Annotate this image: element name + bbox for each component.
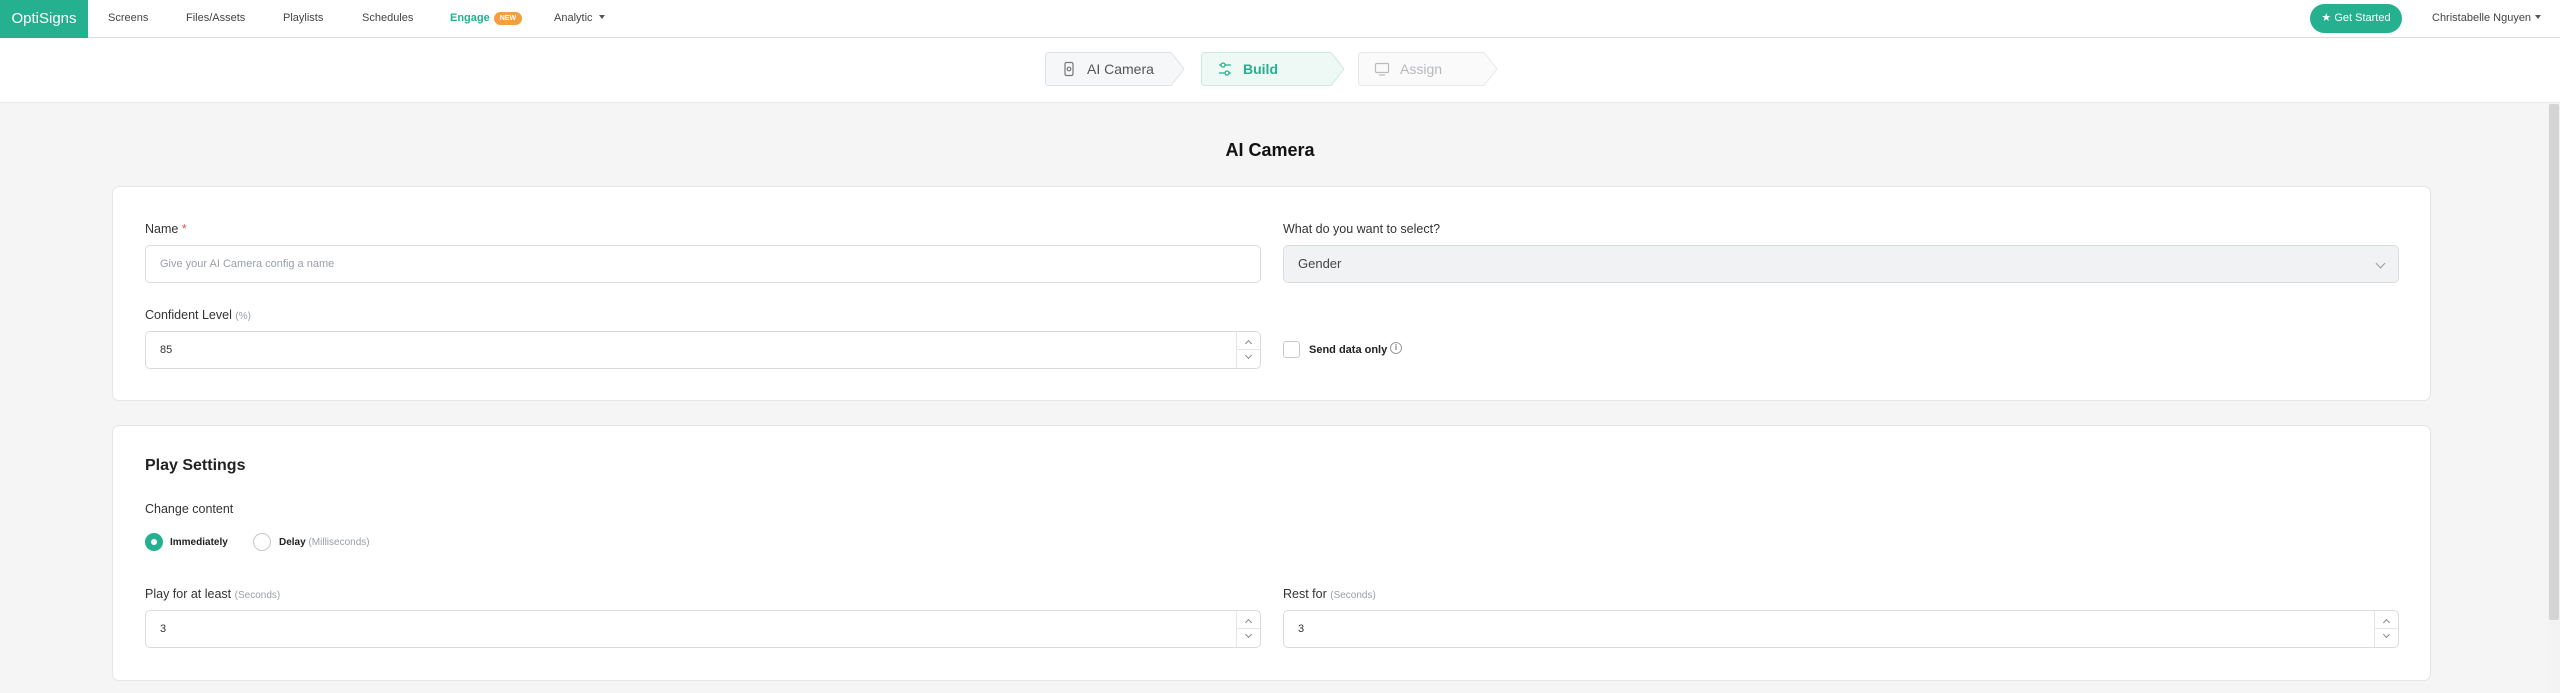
scrollbar-thumb[interactable]	[2549, 104, 2559, 620]
confident-value: 85	[160, 344, 173, 356]
rest-for-input[interactable]: 3	[1283, 610, 2399, 648]
sliders-icon	[1219, 62, 1231, 76]
nav-playlists[interactable]: Playlists	[283, 0, 323, 37]
get-started-button[interactable]: ★ Get Started	[2310, 4, 2402, 33]
chevron-up-icon[interactable]	[2382, 618, 2391, 627]
nav-engage[interactable]: Engage NEW	[450, 0, 523, 37]
confident-label-text: Confident Level	[145, 308, 232, 322]
radio-delay[interactable]	[253, 533, 271, 551]
wizard-stepper: AI Camera Build Assign	[0, 38, 2560, 103]
radio-immediately[interactable]	[145, 533, 163, 551]
step-ai-camera[interactable]: AI Camera	[1045, 52, 1185, 86]
step-label: Assign	[1400, 61, 1443, 77]
step-build[interactable]: Build	[1201, 52, 1345, 86]
chevron-down-icon[interactable]	[1244, 351, 1253, 360]
name-label-text: Name	[145, 222, 179, 236]
nav-analytic-label: Analytic	[554, 12, 593, 24]
chevron-down-icon[interactable]	[1244, 630, 1253, 639]
select-value: Gender	[1298, 256, 1342, 271]
stepper-divider	[2375, 628, 2398, 629]
brand-logo[interactable]: OptiSigns	[0, 0, 88, 38]
select-dropdown[interactable]: Gender	[1283, 245, 2399, 283]
confident-label: Confident Level (%)	[145, 308, 251, 322]
number-stepper[interactable]	[1236, 611, 1260, 647]
step-label: Build	[1243, 61, 1278, 77]
radio-delay-label: Delay (Milliseconds)	[279, 537, 370, 548]
info-icon[interactable]: i	[1390, 342, 1402, 354]
required-mark: *	[181, 222, 187, 236]
name-input[interactable]: Give your AI Camera config a name	[145, 245, 1261, 283]
change-content-label: Change content	[145, 502, 234, 516]
rest-for-label-text: Rest for	[1283, 587, 1327, 601]
play-for-label-text: Play for at least	[145, 587, 232, 601]
rest-for-unit: (Seconds)	[1330, 590, 1376, 601]
rest-for-value: 3	[1298, 623, 1305, 635]
camera-device-icon	[1064, 61, 1074, 77]
chevron-down-icon[interactable]	[2382, 630, 2391, 639]
nav-analytic-dropdown[interactable]: Analytic	[554, 0, 605, 37]
chevron-down-icon	[2535, 15, 2542, 19]
play-for-label: Play for at least (Seconds)	[145, 587, 280, 601]
rest-for-label: Rest for (Seconds)	[1283, 587, 1376, 601]
send-data-checkbox[interactable]	[1283, 341, 1300, 358]
number-stepper[interactable]	[2374, 611, 2398, 647]
play-settings-title: Play Settings	[145, 457, 246, 474]
step-assign: Assign	[1358, 52, 1498, 86]
monitor-icon	[1374, 62, 1390, 76]
step-label: AI Camera	[1087, 61, 1154, 77]
name-label: Name *	[145, 222, 187, 236]
radio-delay-text: Delay	[279, 537, 306, 548]
nav-screens[interactable]: Screens	[108, 0, 148, 37]
play-for-unit: (Seconds)	[234, 590, 281, 601]
nav-schedules[interactable]: Schedules	[362, 0, 413, 37]
user-name: Christabelle Nguyen	[2432, 12, 2532, 24]
send-data-label: Send data only	[1309, 344, 1388, 356]
get-started-label: Get Started	[2334, 12, 2391, 24]
new-badge: NEW	[493, 12, 523, 25]
play-for-input[interactable]: 3	[145, 610, 1261, 648]
star-icon: ★	[2321, 12, 2332, 24]
stepper-divider	[1237, 628, 1260, 629]
chevron-down-icon	[2375, 258, 2386, 269]
number-stepper[interactable]	[1236, 332, 1260, 368]
stepper-divider	[1237, 349, 1260, 350]
nav-files-assets[interactable]: Files/Assets	[186, 0, 245, 37]
page-title: AI Camera	[1225, 140, 1315, 160]
radio-delay-unit: (Milliseconds)	[308, 537, 370, 548]
play-settings-card: Play Settings Change content Immediately…	[112, 425, 2431, 681]
select-label: What do you want to select?	[1283, 222, 1441, 236]
chevron-down-icon	[598, 15, 605, 19]
top-nav: OptiSigns Screens Files/Assets Playlists…	[0, 0, 2560, 38]
user-menu[interactable]: Christabelle Nguyen	[2432, 0, 2542, 37]
config-card: Name * Give your AI Camera config a name…	[112, 186, 2431, 401]
confident-level-input[interactable]: 85	[145, 331, 1261, 369]
chevron-up-icon[interactable]	[1244, 339, 1253, 348]
chevron-up-icon[interactable]	[1244, 618, 1253, 627]
play-for-value: 3	[160, 623, 167, 635]
confident-unit: (%)	[235, 311, 251, 322]
radio-immediately-label: Immediately	[170, 537, 228, 548]
nav-engage-label: Engage	[450, 12, 490, 24]
